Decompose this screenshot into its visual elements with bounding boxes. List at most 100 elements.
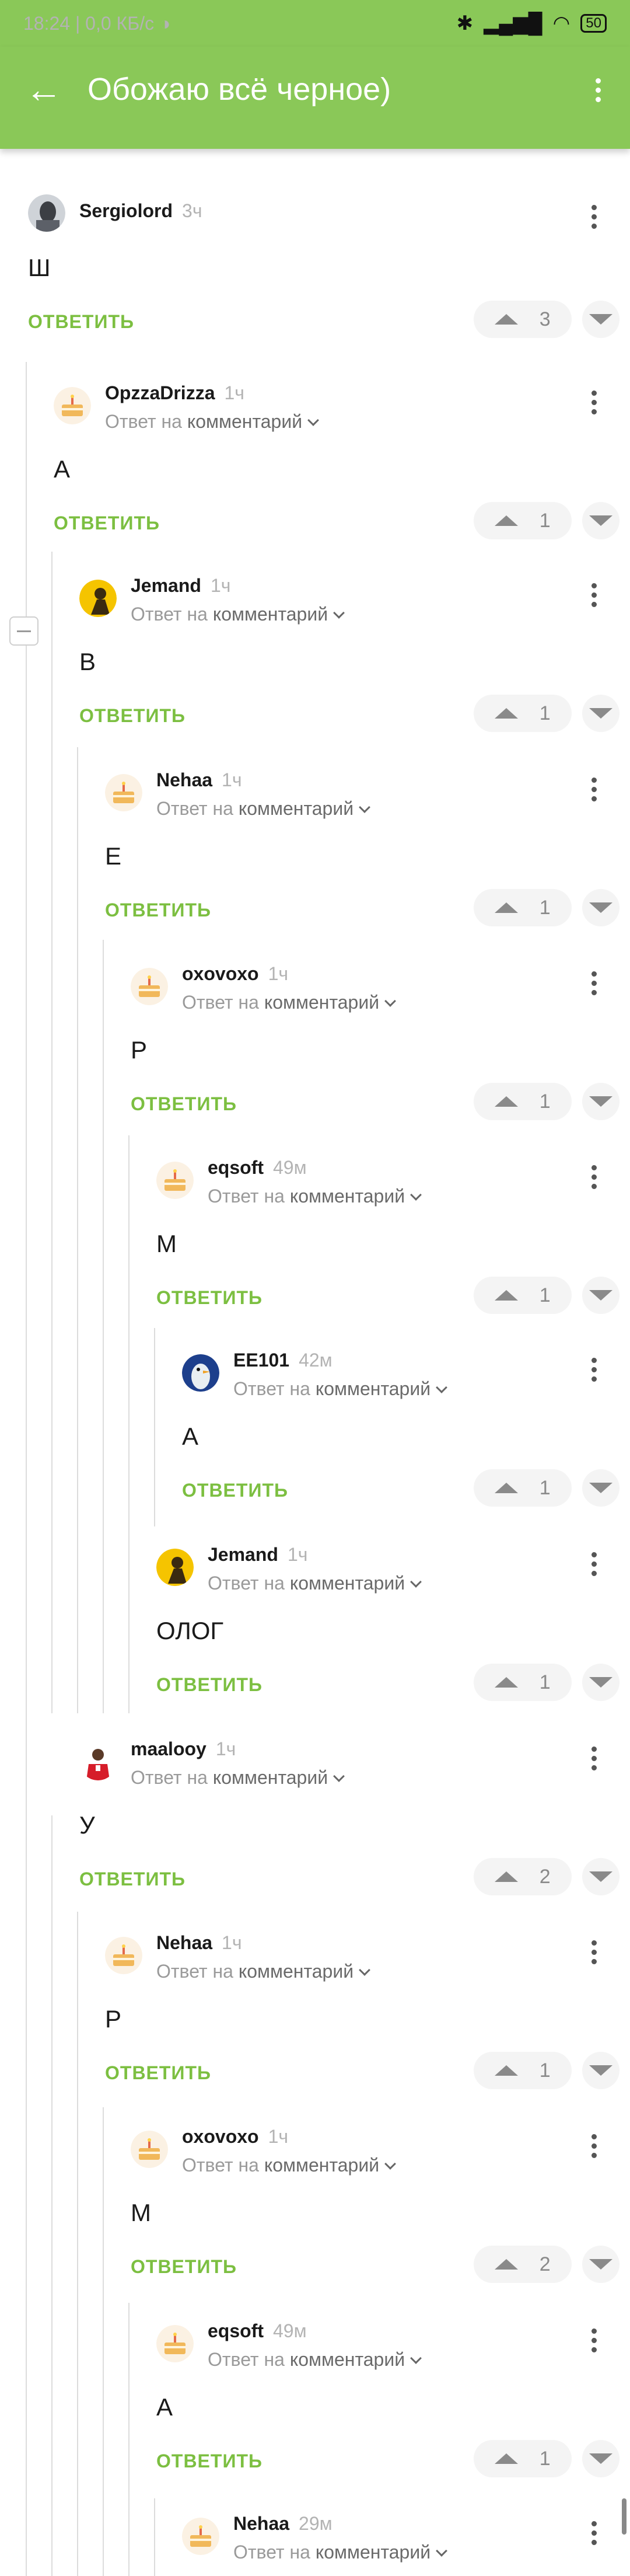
reply-to-link[interactable]: Ответ на комментарий bbox=[156, 798, 370, 820]
comment-more-icon[interactable] bbox=[592, 388, 597, 414]
upvote-button[interactable]: 1 bbox=[474, 889, 572, 926]
downvote-button[interactable] bbox=[582, 695, 620, 732]
reply-to-link[interactable]: Ответ на комментарий bbox=[208, 2349, 422, 2371]
upvote-button[interactable]: 2 bbox=[474, 2246, 572, 2283]
avatar[interactable] bbox=[182, 1354, 219, 1392]
reply-button[interactable]: ОТВЕТИТЬ bbox=[156, 1674, 262, 1696]
avatar[interactable] bbox=[54, 387, 91, 424]
arrow-up-icon bbox=[495, 1677, 519, 1688]
reply-to-link[interactable]: Ответ на комментарий bbox=[105, 411, 319, 433]
downvote-button[interactable] bbox=[582, 1858, 620, 1895]
comment-author[interactable]: eqsoft bbox=[208, 2320, 264, 2342]
downvote-button[interactable] bbox=[582, 1664, 620, 1701]
avatar[interactable] bbox=[182, 2518, 219, 2555]
comment-author[interactable]: oxovoxo bbox=[182, 2126, 259, 2148]
upvote-button[interactable]: 3 bbox=[474, 301, 572, 338]
comment-author[interactable]: Jemand bbox=[131, 575, 201, 597]
downvote-button[interactable] bbox=[582, 1469, 620, 1507]
back-arrow-icon[interactable]: ← bbox=[0, 68, 88, 111]
reply-button[interactable]: ОТВЕТИТЬ bbox=[28, 311, 134, 333]
comment-author[interactable]: OpzzaDrizza bbox=[105, 382, 215, 404]
downvote-button[interactable] bbox=[582, 889, 620, 926]
reply-button[interactable]: ОТВЕТИТЬ bbox=[131, 2256, 237, 2278]
upvote-button[interactable]: 1 bbox=[474, 1469, 572, 1507]
scrollbar-thumb[interactable] bbox=[622, 2498, 626, 2535]
avatar[interactable] bbox=[156, 1162, 194, 1199]
reply-to-link[interactable]: Ответ на комментарий bbox=[182, 2155, 396, 2176]
comment-more-icon[interactable] bbox=[592, 2519, 597, 2545]
reply-to-link[interactable]: Ответ на комментарий bbox=[131, 604, 345, 625]
comment-more-icon[interactable] bbox=[592, 1550, 597, 1576]
arrow-down-icon bbox=[589, 1096, 612, 1107]
avatar[interactable] bbox=[105, 774, 142, 811]
comment-meta: oxovoxo 1ч Ответ на комментарий bbox=[182, 2126, 396, 2176]
comment-more-icon[interactable] bbox=[592, 1163, 597, 1189]
chevron-down-icon bbox=[410, 1189, 422, 1201]
comment-more-icon[interactable] bbox=[592, 775, 597, 801]
reply-button[interactable]: ОТВЕТИТЬ bbox=[131, 1093, 237, 1115]
upvote-button[interactable]: 2 bbox=[474, 1858, 572, 1895]
more-options-icon[interactable] bbox=[566, 76, 630, 102]
downvote-button[interactable] bbox=[582, 1083, 620, 1120]
comment-more-icon[interactable] bbox=[592, 969, 597, 995]
upvote-button[interactable]: 1 bbox=[474, 1664, 572, 1701]
reply-to-link[interactable]: Ответ на комментарий bbox=[182, 992, 396, 1013]
upvote-button[interactable]: 1 bbox=[474, 695, 572, 732]
upvote-button[interactable]: 1 bbox=[474, 1083, 572, 1120]
reply-to-link[interactable]: Ответ на комментарий bbox=[131, 1767, 345, 1789]
comment-more-icon[interactable] bbox=[592, 1744, 597, 1770]
reply-to-link[interactable]: Ответ на комментарий bbox=[208, 1573, 422, 1594]
reply-button[interactable]: ОТВЕТИТЬ bbox=[105, 2062, 211, 2084]
upvote-button[interactable]: 1 bbox=[474, 2052, 572, 2089]
comment-more-icon[interactable] bbox=[592, 203, 597, 229]
comment-more-icon[interactable] bbox=[592, 2132, 597, 2158]
reply-to-link[interactable]: Ответ на комментарий bbox=[233, 1378, 447, 1400]
comment-author[interactable]: eqsoft bbox=[208, 1157, 264, 1179]
upvote-button[interactable]: 1 bbox=[474, 1277, 572, 1314]
comment-author[interactable]: Nehaa bbox=[233, 2513, 289, 2535]
avatar[interactable] bbox=[105, 1937, 142, 1974]
comment-author[interactable]: oxovoxo bbox=[182, 963, 259, 985]
reply-to-link[interactable]: Ответ на комментарий bbox=[233, 2542, 447, 2563]
comment-author[interactable]: Nehaa bbox=[156, 1932, 212, 1954]
avatar[interactable] bbox=[131, 2131, 168, 2168]
collapse-thread-button[interactable] bbox=[9, 616, 38, 646]
comment-author[interactable]: maalooy bbox=[131, 1738, 206, 1760]
reply-button[interactable]: ОТВЕТИТЬ bbox=[79, 1869, 186, 1890]
avatar[interactable] bbox=[28, 194, 65, 232]
avatar[interactable] bbox=[156, 1549, 194, 1586]
comment-author[interactable]: Jemand bbox=[208, 1544, 278, 1566]
avatar[interactable] bbox=[131, 968, 168, 1005]
upvote-button[interactable]: 1 bbox=[474, 2440, 572, 2477]
comment-more-icon[interactable] bbox=[592, 1938, 597, 1964]
downvote-button[interactable] bbox=[582, 2052, 620, 2089]
reply-button[interactable]: ОТВЕТИТЬ bbox=[156, 1287, 262, 1309]
comment-more-icon[interactable] bbox=[592, 1355, 597, 1382]
comment-author[interactable]: EE101 bbox=[233, 1350, 289, 1371]
reply-to-link[interactable]: Ответ на комментарий bbox=[208, 1186, 422, 1207]
chevron-down-icon bbox=[410, 2352, 422, 2364]
downvote-button[interactable] bbox=[582, 2440, 620, 2477]
arrow-up-icon bbox=[495, 1871, 519, 1882]
comment-more-icon[interactable] bbox=[592, 581, 597, 607]
reply-button[interactable]: ОТВЕТИТЬ bbox=[182, 1480, 288, 1501]
reply-button[interactable]: ОТВЕТИТЬ bbox=[105, 900, 211, 921]
vote-score: 1 bbox=[539, 2059, 551, 2082]
comment-author[interactable]: Nehaa bbox=[156, 769, 212, 791]
comment-more-icon[interactable] bbox=[592, 2326, 597, 2352]
downvote-button[interactable] bbox=[582, 502, 620, 539]
reply-button[interactable]: ОТВЕТИТЬ bbox=[156, 2450, 262, 2472]
reply-button[interactable]: ОТВЕТИТЬ bbox=[79, 705, 186, 727]
avatar[interactable] bbox=[79, 1743, 117, 1780]
avatar[interactable] bbox=[79, 580, 117, 617]
reply-to-link[interactable]: Ответ на комментарий bbox=[156, 1961, 370, 1982]
avatar[interactable] bbox=[156, 2325, 194, 2362]
comment: oxovoxo 1ч Ответ на комментарий Р ОТВЕТИТЬ 1 bbox=[131, 963, 630, 1153]
downvote-button[interactable] bbox=[582, 2246, 620, 2283]
comment-author[interactable]: Sergiolord bbox=[79, 200, 173, 222]
downvote-button[interactable] bbox=[582, 301, 620, 338]
upvote-button[interactable]: 1 bbox=[474, 502, 572, 539]
arrow-down-icon bbox=[589, 708, 612, 719]
reply-button[interactable]: ОТВЕТИТЬ bbox=[54, 513, 160, 534]
downvote-button[interactable] bbox=[582, 1277, 620, 1314]
